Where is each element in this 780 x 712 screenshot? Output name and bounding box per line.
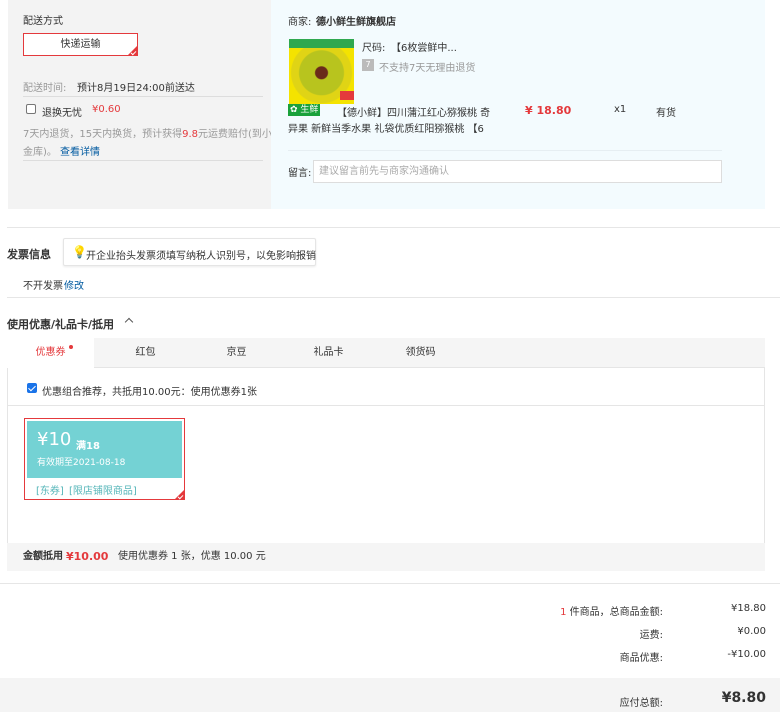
- divider: [23, 96, 263, 97]
- worry-free-desc-part3: 金库)。: [23, 147, 57, 158]
- total-value: ¥8.80: [721, 690, 766, 706]
- worry-free-desc-part2: 元运费赔付(到小: [198, 129, 272, 140]
- product-title-line2[interactable]: 异果 新鲜当季水果 礼袋优质红阳猕猴桃 【6: [288, 120, 484, 135]
- selected-check-icon: [175, 490, 184, 499]
- note-label: 留言:: [288, 168, 312, 179]
- tab-jd-beans[interactable]: 京豆: [193, 338, 280, 368]
- product-quantity: x1: [614, 104, 627, 115]
- discount-value: -¥10.00: [727, 649, 766, 660]
- freight-label: 运费:: [639, 630, 663, 641]
- express-shipping-button[interactable]: 快递运输: [23, 33, 138, 56]
- invoice-tip: 💡 开企业抬头发票须填写纳税人识别号，以免影响报销: [63, 238, 316, 266]
- worry-free-desc-highlight: 9.8: [182, 129, 198, 140]
- new-dot-icon: [69, 345, 73, 349]
- fresh-badge-label: 生鲜: [300, 105, 319, 115]
- discount-tabs: 优惠券 红包 京豆 礼品卡 领货码: [7, 338, 765, 369]
- total-label: 应付总额:: [619, 698, 663, 709]
- invoice-title: 发票信息: [7, 248, 51, 261]
- worry-free-checkbox[interactable]: [26, 104, 36, 114]
- deduct-label: 金额抵用: [23, 551, 63, 562]
- combo-checkbox[interactable]: [27, 383, 37, 393]
- lightbulb-icon: 💡: [72, 245, 87, 259]
- divider: [288, 150, 722, 151]
- no-return-text: 不支持7天无理由退货: [379, 63, 476, 74]
- goods-count: 1: [560, 607, 567, 618]
- selected-check-icon: [128, 46, 137, 55]
- delivery-time-value: 预计8月19日24:00前送达: [77, 83, 195, 94]
- coupon-face: ¥10 满18 有效期至2021-08-18: [27, 421, 182, 478]
- invoice-modify-link[interactable]: 修改: [64, 277, 84, 292]
- coupon-card[interactable]: ¥10 满18 有效期至2021-08-18 [东券] [限店铺限商品]: [24, 418, 185, 500]
- product-image[interactable]: [289, 39, 354, 104]
- combo-text: 优惠组合推荐，共抵用10.00元：使用优惠券1张: [42, 387, 257, 398]
- invoice-status: 不开发票: [23, 281, 63, 292]
- no-return-icon: 7: [362, 59, 374, 71]
- shipping-title: 配送方式: [23, 16, 63, 27]
- note-placeholder: 建议留言前先与商家沟通确认: [319, 166, 449, 177]
- total-bar: 应付总额: ¥8.80: [0, 678, 780, 712]
- tab-coupon[interactable]: 优惠券: [7, 338, 94, 369]
- delivery-time-label: 配送时间:: [23, 83, 67, 94]
- worry-free-desc-part1: 7天内退货，15天内换货，预计获得: [23, 129, 183, 140]
- deduct-desc: 使用优惠券 1 张，优惠 10.00 元: [118, 551, 266, 562]
- invoice-tip-text: 开企业抬头发票须填写纳税人识别号，以免影响报销: [86, 251, 316, 262]
- divider: [8, 405, 764, 406]
- tab-red-packet[interactable]: 红包: [102, 338, 189, 368]
- goods-total-text: 件商品，总商品金额:: [569, 607, 663, 618]
- divider: [7, 227, 780, 228]
- product-title-line1[interactable]: 【德小鲜】四川蒲江红心猕猴桃 奇: [337, 104, 490, 119]
- tab-gift-card[interactable]: 礼品卡: [285, 338, 372, 368]
- deduct-bar: 金额抵用 ¥10.00 使用优惠券 1 张，优惠 10.00 元: [7, 543, 765, 571]
- divider: [23, 160, 263, 161]
- discount-label: 商品优惠:: [619, 653, 663, 664]
- chevron-up-icon[interactable]: [124, 317, 134, 327]
- fresh-badge: ✿ 生鲜: [288, 104, 321, 116]
- coupon-amount: ¥10: [37, 429, 72, 450]
- divider: [7, 297, 780, 298]
- goods-total-label: 1 件商品，总商品金额:: [560, 603, 663, 618]
- merchant-name: 德小鲜生鲜旗舰店: [316, 17, 396, 28]
- tab-coupon-label: 优惠券: [35, 347, 66, 358]
- leaf-icon: ✿: [290, 105, 298, 115]
- worry-free-label: 退换无忧: [42, 108, 82, 119]
- coupon-tag-shop: [限店铺限商品]: [69, 486, 137, 497]
- tab-pickup-code[interactable]: 领货码: [377, 338, 464, 368]
- divider: [0, 583, 780, 584]
- goods-total-value: ¥18.80: [731, 603, 766, 614]
- size-value: 【6枚尝鲜中...: [391, 43, 457, 54]
- size-label: 尺码:: [362, 43, 386, 54]
- express-shipping-label: 快递运输: [60, 39, 101, 50]
- coupon-tag-jd: [东券]: [36, 486, 64, 497]
- image-banner: [289, 39, 354, 48]
- merchant-label: 商家:: [288, 17, 312, 28]
- coupon-validity: 有效期至2021-08-18: [37, 458, 126, 468]
- image-tag: [340, 91, 354, 100]
- worry-free-price: ¥0.60: [92, 104, 121, 115]
- freight-value: ¥0.00: [737, 626, 766, 637]
- product-price: ¥ 18.80: [525, 104, 572, 117]
- view-details-link[interactable]: 查看详情: [60, 143, 100, 158]
- deduct-value: ¥10.00: [66, 550, 109, 563]
- product-stock: 有货: [656, 108, 676, 119]
- note-input[interactable]: 建议留言前先与商家沟通确认: [313, 160, 722, 183]
- worry-free-desc: 7天内退货，15天内换货，预计获得9.8元运费赔付(到小: [23, 125, 272, 140]
- discount-title: 使用优惠/礼品卡/抵用: [7, 318, 115, 331]
- coupon-condition: 满18: [76, 441, 100, 452]
